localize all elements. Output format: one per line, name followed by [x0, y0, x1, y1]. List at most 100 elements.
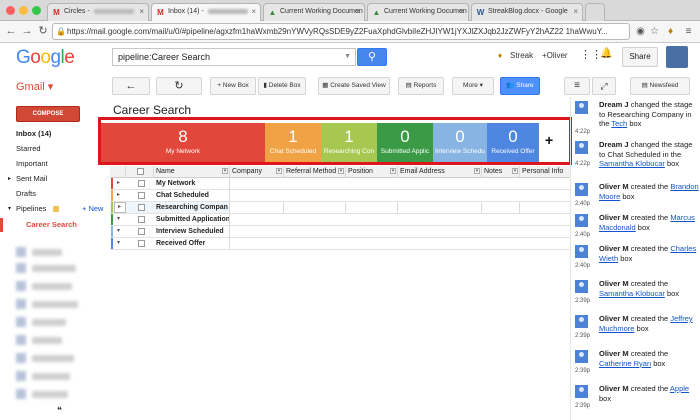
- back-arrow-icon[interactable]: ←: [4, 24, 18, 38]
- feed-box-link[interactable]: Tech: [611, 119, 627, 128]
- feed-box-link[interactable]: Samantha Klobucar: [599, 289, 665, 298]
- google-share-button[interactable]: Share: [622, 47, 658, 67]
- close-tab-icon[interactable]: ×: [355, 4, 360, 20]
- new-tab-button[interactable]: [585, 3, 605, 21]
- column-header-company[interactable]: Company ▾: [230, 166, 284, 177]
- close-tab-icon[interactable]: ×: [573, 4, 578, 20]
- table-cell[interactable]: [230, 202, 284, 213]
- table-row[interactable]: ▾ Received Offer: [110, 238, 570, 250]
- bookmark-star-icon[interactable]: ☆: [648, 25, 661, 38]
- stage-submitted-application[interactable]: 0 Submitted Applic: [377, 123, 433, 162]
- list-view-button[interactable]: ≡: [564, 77, 590, 95]
- feed-box-link[interactable]: Catherine Ryan: [599, 359, 651, 368]
- expand-row-icon[interactable]: ▾: [117, 226, 120, 237]
- select-all-checkbox[interactable]: [137, 168, 144, 175]
- table-row[interactable]: ▸ Chat Scheduled: [110, 190, 570, 202]
- browser-tab-streakblog[interactable]: W StreakBlog.docx - Google ×: [471, 3, 583, 21]
- add-stage-icon[interactable]: +: [545, 132, 553, 148]
- column-menu-icon[interactable]: ▾: [390, 168, 396, 174]
- row-checkbox[interactable]: [138, 204, 145, 211]
- column-header-personal-info[interactable]: Personal Info: [520, 166, 570, 177]
- zoom-window-icon[interactable]: [32, 6, 41, 15]
- pipeline-share-button[interactable]: 👥 Share: [500, 77, 540, 95]
- stage-my-network[interactable]: 8 My Network: [101, 123, 265, 162]
- table-cell[interactable]: [346, 202, 398, 213]
- forward-arrow-icon[interactable]: →: [20, 24, 34, 38]
- column-menu-icon[interactable]: ▾: [276, 168, 282, 174]
- delete-box-button[interactable]: ▮ Delete Box: [258, 77, 306, 95]
- row-checkbox[interactable]: [138, 180, 145, 187]
- expand-row-icon[interactable]: ▸: [118, 202, 121, 213]
- sidebar-item-drafts[interactable]: Drafts: [0, 187, 110, 201]
- feed-box-link[interactable]: Samantha Klobucar: [599, 159, 665, 168]
- sidebar-item-inbox[interactable]: Inbox (14): [0, 127, 110, 141]
- close-tab-icon[interactable]: ×: [251, 4, 256, 20]
- back-to-pipelines-button[interactable]: ←: [112, 77, 150, 95]
- google-logo[interactable]: Google: [16, 47, 75, 69]
- table-row[interactable]: ▸ Researching Compan: [110, 202, 570, 214]
- apps-grid-icon[interactable]: ⋮⋮: [580, 48, 602, 61]
- new-box-button[interactable]: + New Box: [210, 77, 256, 95]
- column-header-notes[interactable]: Notes ▾: [482, 166, 520, 177]
- sidebar-item-starred[interactable]: Starred: [0, 142, 110, 156]
- expand-arrow-icon[interactable]: ▸: [8, 172, 11, 186]
- address-bar[interactable]: 🔒 https://mail.google.com/mail/u/0/#pipe…: [52, 23, 630, 40]
- table-cell[interactable]: [398, 202, 482, 213]
- search-input[interactable]: pipeline:Career Search ▼: [112, 48, 356, 66]
- gmail-menu[interactable]: Gmail ▾: [16, 80, 53, 93]
- menu-icon[interactable]: ≡: [682, 25, 695, 38]
- column-header-name[interactable]: Name ▾: [154, 166, 230, 177]
- sidebar-item-important[interactable]: Important: [0, 157, 110, 171]
- column-header-email-address[interactable]: Email Address ▾: [398, 166, 482, 177]
- row-checkbox[interactable]: [138, 216, 145, 223]
- expand-row-icon[interactable]: ▸: [117, 178, 120, 189]
- browser-tab-circles[interactable]: M Circles - ×: [47, 3, 149, 21]
- user-link[interactable]: +Oliver: [542, 51, 568, 60]
- table-row[interactable]: ▸ My Network: [110, 178, 570, 190]
- reload-icon[interactable]: ↻: [36, 24, 50, 38]
- stage-researching-company[interactable]: 1 Researching Con: [321, 123, 377, 162]
- row-checkbox[interactable]: [138, 228, 145, 235]
- close-tab-icon[interactable]: ×: [459, 4, 464, 20]
- browser-tab-inbox[interactable]: M Inbox (14) - ×: [151, 3, 261, 22]
- column-header-position[interactable]: Position ▾: [346, 166, 398, 177]
- sidebar-item-pipelines[interactable]: ▾ Pipelines ▦ + New: [0, 202, 110, 216]
- expand-button[interactable]: ⤢: [592, 77, 616, 95]
- streak-extension-icon[interactable]: ♦: [664, 25, 677, 38]
- search-button[interactable]: ⚲: [357, 48, 387, 66]
- create-saved-view-button[interactable]: ▦ Create Saved View: [318, 77, 390, 95]
- expand-row-icon[interactable]: ▾: [117, 238, 120, 249]
- newsfeed-button[interactable]: ▤ Newsfeed: [630, 77, 690, 95]
- close-tab-icon[interactable]: ×: [139, 4, 144, 20]
- streak-menu[interactable]: Streak: [510, 51, 533, 60]
- row-checkbox[interactable]: [138, 192, 145, 199]
- new-pipeline-link[interactable]: + New: [82, 202, 103, 216]
- extension-icon[interactable]: ◉: [634, 25, 647, 38]
- search-options-icon[interactable]: ▼: [344, 49, 351, 65]
- compose-button[interactable]: COMPOSE: [16, 106, 80, 122]
- column-menu-icon[interactable]: ▾: [512, 168, 518, 174]
- table-cell[interactable]: [482, 202, 520, 213]
- stage-received-offer[interactable]: 0 Received Offer: [487, 123, 539, 162]
- hangouts-icon[interactable]: ❝: [57, 405, 62, 416]
- column-menu-icon[interactable]: ▾: [474, 168, 480, 174]
- expand-row-icon[interactable]: ▾: [117, 214, 120, 225]
- expand-row-icon[interactable]: ▸: [117, 190, 120, 201]
- collapse-arrow-icon[interactable]: ▾: [8, 202, 11, 216]
- column-menu-icon[interactable]: ▾: [338, 168, 344, 174]
- close-window-icon[interactable]: [6, 6, 15, 15]
- refresh-button[interactable]: ↻: [156, 77, 202, 95]
- minimize-window-icon[interactable]: [19, 6, 28, 15]
- browser-tab-document-2[interactable]: ▲ Current Working Documen ×: [367, 3, 469, 21]
- sidebar-item-sent-mail[interactable]: ▸ Sent Mail: [0, 172, 110, 186]
- column-menu-icon[interactable]: ▾: [222, 168, 228, 174]
- avatar[interactable]: [666, 46, 688, 68]
- notifications-icon[interactable]: 🔔: [600, 48, 612, 59]
- table-cell[interactable]: [520, 202, 570, 213]
- row-checkbox[interactable]: [138, 240, 145, 247]
- table-row[interactable]: ▾ Submitted Application: [110, 214, 570, 226]
- feed-box-link[interactable]: Apple: [670, 384, 689, 393]
- sidebar-item-career-search[interactable]: Career Search: [0, 218, 110, 232]
- browser-tab-document-1[interactable]: ▲ Current Working Documen ×: [263, 3, 365, 21]
- table-row[interactable]: ▾ Interview Scheduled: [110, 226, 570, 238]
